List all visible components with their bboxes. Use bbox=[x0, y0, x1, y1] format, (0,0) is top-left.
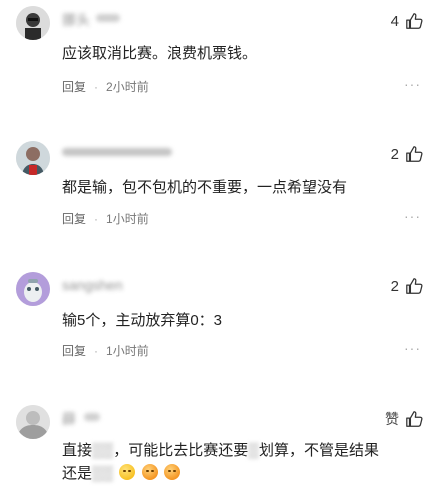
like-button[interactable]: 2 bbox=[391, 145, 423, 163]
like-count: 2 bbox=[390, 145, 399, 163]
separator-dot: · bbox=[94, 343, 99, 358]
emoji-icon bbox=[163, 464, 180, 480]
comment-meta: 回复 · 1小时前 bbox=[62, 210, 149, 227]
comment-text: 应该取消比赛。浪费机票钱。 bbox=[62, 45, 258, 62]
reply-button[interactable]: 回复 bbox=[62, 210, 86, 227]
username[interactable]: 挪头 bbox=[62, 10, 90, 30]
like-button[interactable]: 2 bbox=[391, 277, 423, 295]
username[interactable]: sangshen bbox=[62, 277, 123, 293]
like-count: 2 bbox=[390, 277, 399, 295]
username-redaction bbox=[84, 413, 100, 421]
thumbs-up-icon bbox=[406, 146, 423, 162]
text-segment: 划算，不管是结果 bbox=[258, 442, 379, 459]
comment-text: 都是输，包不包机的不重要，一点希望没有 bbox=[62, 179, 348, 196]
separator-dot: · bbox=[94, 211, 99, 226]
like-button[interactable]: 4 bbox=[391, 12, 423, 30]
text-segment: 直接 bbox=[62, 442, 93, 459]
comment-meta: 回复 · 1小时前 bbox=[62, 342, 149, 359]
avatar[interactable] bbox=[16, 272, 50, 306]
emoji-icon bbox=[119, 464, 136, 480]
redacted-segment: ▒ bbox=[248, 442, 259, 459]
avatar[interactable] bbox=[16, 141, 50, 175]
reply-button[interactable]: 回复 bbox=[62, 78, 86, 95]
like-count: 4 bbox=[390, 12, 399, 30]
separator-dot: · bbox=[94, 79, 99, 94]
redacted-segment: ▒▒ bbox=[92, 465, 114, 482]
emoji-icon bbox=[141, 464, 158, 480]
timestamp: 2小时前 bbox=[106, 80, 149, 94]
comment-text-line-2: 还是▒▒ bbox=[62, 462, 180, 483]
like-button[interactable]: 赞 bbox=[385, 409, 423, 429]
username-redaction bbox=[62, 148, 172, 156]
comment-text: 输5个，主动放弃算0：3 bbox=[62, 312, 223, 329]
timestamp: 1小时前 bbox=[106, 212, 149, 226]
more-icon[interactable]: ··· bbox=[404, 340, 421, 356]
avatar[interactable] bbox=[16, 6, 50, 40]
more-icon[interactable]: ··· bbox=[404, 76, 421, 92]
username-redaction bbox=[96, 14, 120, 22]
thumbs-up-icon bbox=[406, 278, 423, 294]
redacted-segment: ▒▒ bbox=[92, 442, 114, 459]
comment-meta: 回复 · 2小时前 bbox=[62, 78, 149, 95]
text-segment: 还是 bbox=[62, 465, 93, 482]
avatar[interactable] bbox=[16, 405, 50, 439]
thumbs-up-icon bbox=[406, 13, 423, 29]
text-segment: ，可能比去比赛还要 bbox=[113, 442, 249, 459]
timestamp: 1小时前 bbox=[106, 344, 149, 358]
thumbs-up-icon bbox=[406, 411, 423, 427]
reply-button[interactable]: 回复 bbox=[62, 342, 86, 359]
username[interactable]: 薛 bbox=[62, 409, 76, 429]
like-label: 赞 bbox=[385, 411, 399, 427]
more-icon[interactable]: ··· bbox=[404, 208, 421, 224]
comment-text-line-1: 直接▒▒，可能比去比赛还要▒划算，不管是结果 bbox=[62, 439, 379, 460]
